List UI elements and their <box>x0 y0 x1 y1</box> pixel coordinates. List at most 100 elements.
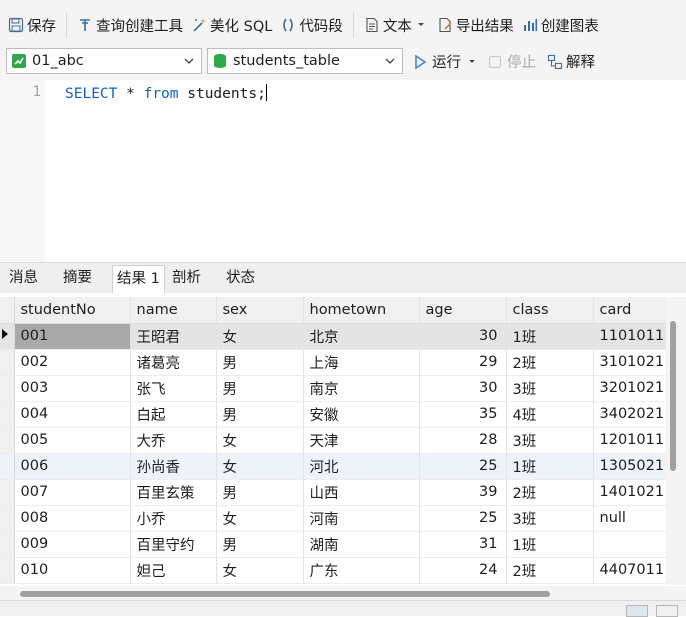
save-button[interactable]: 保存 <box>4 11 60 39</box>
table-row[interactable]: 007 百里玄策男山西 39 2班 1401021 <box>0 479 674 506</box>
table-cell[interactable]: 24 <box>419 557 507 584</box>
table-cell[interactable]: 25 <box>419 453 507 480</box>
table-cell[interactable]: 1401021 <box>593 479 674 506</box>
table-row[interactable]: 006 孙尚香女河北 25 1班 1305021 <box>0 453 674 480</box>
table-cell[interactable]: 1101011 <box>593 323 674 350</box>
table-cell[interactable]: 2班 <box>506 349 594 376</box>
table-cell[interactable]: 31 <box>419 531 507 558</box>
vertical-scrollbar[interactable] <box>666 297 686 585</box>
table-cell[interactable]: 2班 <box>506 479 594 506</box>
table-cell[interactable]: 008 <box>14 505 131 532</box>
column-header[interactable]: age <box>419 297 507 324</box>
table-row[interactable]: 005 大乔女天津 28 3班 1201011 <box>0 427 674 454</box>
table-cell[interactable]: 大乔 <box>130 427 217 454</box>
row-indicator[interactable] <box>0 427 15 454</box>
create-chart-button[interactable]: 创建图表 <box>518 11 603 39</box>
table-cell[interactable]: 002 <box>14 349 131 376</box>
stop-button[interactable]: 停止 <box>488 51 536 72</box>
table-cell[interactable]: 006 <box>14 453 131 480</box>
table-cell[interactable]: 001 <box>14 323 131 350</box>
row-indicator[interactable] <box>0 375 15 402</box>
tab-result-1[interactable]: 结果 1 <box>112 265 165 293</box>
tab-status[interactable]: 状态 <box>222 265 259 291</box>
table-cell[interactable]: 天津 <box>303 427 420 454</box>
table-cell[interactable]: 山西 <box>303 479 420 506</box>
column-header[interactable]: hometown <box>303 297 420 324</box>
table-cell[interactable]: 007 <box>14 479 131 506</box>
table-row[interactable]: 010 妲己女广东 24 2班 4407011 <box>0 557 674 584</box>
table-cell[interactable]: 3402021 <box>593 401 674 428</box>
row-indicator[interactable] <box>0 557 15 584</box>
table-cell[interactable]: 男 <box>216 531 304 558</box>
sql-code-line[interactable]: SELECT * from students; <box>65 84 267 102</box>
table-cell[interactable]: 南京 <box>303 375 420 402</box>
connection-select[interactable]: 01_abc <box>6 48 202 74</box>
table-row[interactable]: 003 张飞男南京 30 3班 3201021 <box>0 375 674 402</box>
table-cell[interactable]: 男 <box>216 375 304 402</box>
table-cell[interactable]: 1班 <box>506 323 594 350</box>
tab-profile[interactable]: 剖析 <box>168 265 205 291</box>
table-cell[interactable]: 1305021 <box>593 453 674 480</box>
table-cell[interactable] <box>593 531 674 558</box>
row-indicator[interactable] <box>0 531 15 558</box>
column-header[interactable]: class <box>506 297 594 324</box>
table-cell[interactable]: 妲己 <box>130 557 217 584</box>
text-mode-button[interactable]: 文本 <box>360 11 433 39</box>
row-indicator[interactable] <box>0 349 15 376</box>
table-cell[interactable]: 孙尚香 <box>130 453 217 480</box>
table-cell[interactable]: 湖南 <box>303 531 420 558</box>
table-cell[interactable]: 010 <box>14 557 131 584</box>
table-row[interactable]: 001 王昭君女北京 30 1班 1101011 <box>0 323 674 350</box>
table-cell[interactable]: 30 <box>419 323 507 350</box>
table-cell[interactable]: 男 <box>216 349 304 376</box>
table-cell[interactable]: 28 <box>419 427 507 454</box>
table-cell[interactable]: 4407011 <box>593 557 674 584</box>
table-cell[interactable]: 北京 <box>303 323 420 350</box>
table-cell[interactable]: 3班 <box>506 427 594 454</box>
table-cell[interactable]: 004 <box>14 401 131 428</box>
table-cell[interactable]: 女 <box>216 453 304 480</box>
column-header[interactable]: sex <box>216 297 304 324</box>
table-cell[interactable]: 白起 <box>130 401 217 428</box>
table-cell[interactable]: 4班 <box>506 401 594 428</box>
table-cell[interactable]: 1201011 <box>593 427 674 454</box>
table-cell[interactable]: 29 <box>419 349 507 376</box>
table-cell[interactable]: 009 <box>14 531 131 558</box>
row-indicator[interactable] <box>0 505 15 532</box>
table-cell[interactable]: 30 <box>419 375 507 402</box>
database-select[interactable]: students_table <box>207 48 403 74</box>
row-indicator[interactable] <box>0 453 15 480</box>
export-results-button[interactable]: 导出结果 <box>433 11 518 39</box>
table-cell[interactable]: 25 <box>419 505 507 532</box>
table-cell[interactable]: 男 <box>216 479 304 506</box>
row-indicator[interactable] <box>0 401 15 428</box>
table-cell[interactable]: 3班 <box>506 375 594 402</box>
table-cell[interactable]: 2班 <box>506 557 594 584</box>
column-header[interactable]: card <box>593 297 674 324</box>
horizontal-scroll-thumb[interactable] <box>20 591 550 597</box>
table-cell[interactable]: 河南 <box>303 505 420 532</box>
sql-editor[interactable]: 1 SELECT * from students; <box>0 80 686 262</box>
table-cell[interactable]: 百里玄策 <box>130 479 217 506</box>
table-cell[interactable]: 女 <box>216 557 304 584</box>
beautify-sql-button[interactable]: 美化 SQL <box>187 11 276 39</box>
explain-button[interactable]: 解释 <box>547 51 595 72</box>
horizontal-scrollbar[interactable] <box>0 586 686 600</box>
table-cell[interactable]: 005 <box>14 427 131 454</box>
table-cell[interactable]: 35 <box>419 401 507 428</box>
table-cell[interactable]: 1班 <box>506 531 594 558</box>
row-indicator[interactable] <box>0 323 15 350</box>
table-row[interactable]: 004 白起男安徽 35 4班 3402021 <box>0 401 674 428</box>
table-cell[interactable]: 上海 <box>303 349 420 376</box>
table-cell[interactable]: null <box>593 505 674 532</box>
table-cell[interactable]: 3班 <box>506 505 594 532</box>
table-cell[interactable]: 39 <box>419 479 507 506</box>
table-cell[interactable]: 百里守约 <box>130 531 217 558</box>
table-row[interactable]: 009 百里守约男湖南 31 1班 <box>0 531 674 558</box>
table-cell[interactable]: 女 <box>216 427 304 454</box>
table-cell[interactable]: 小乔 <box>130 505 217 532</box>
table-cell[interactable]: 女 <box>216 323 304 350</box>
row-indicator[interactable] <box>0 479 15 506</box>
table-cell[interactable]: 张飞 <box>130 375 217 402</box>
query-builder-button[interactable]: 查询创建工具 <box>73 11 187 39</box>
